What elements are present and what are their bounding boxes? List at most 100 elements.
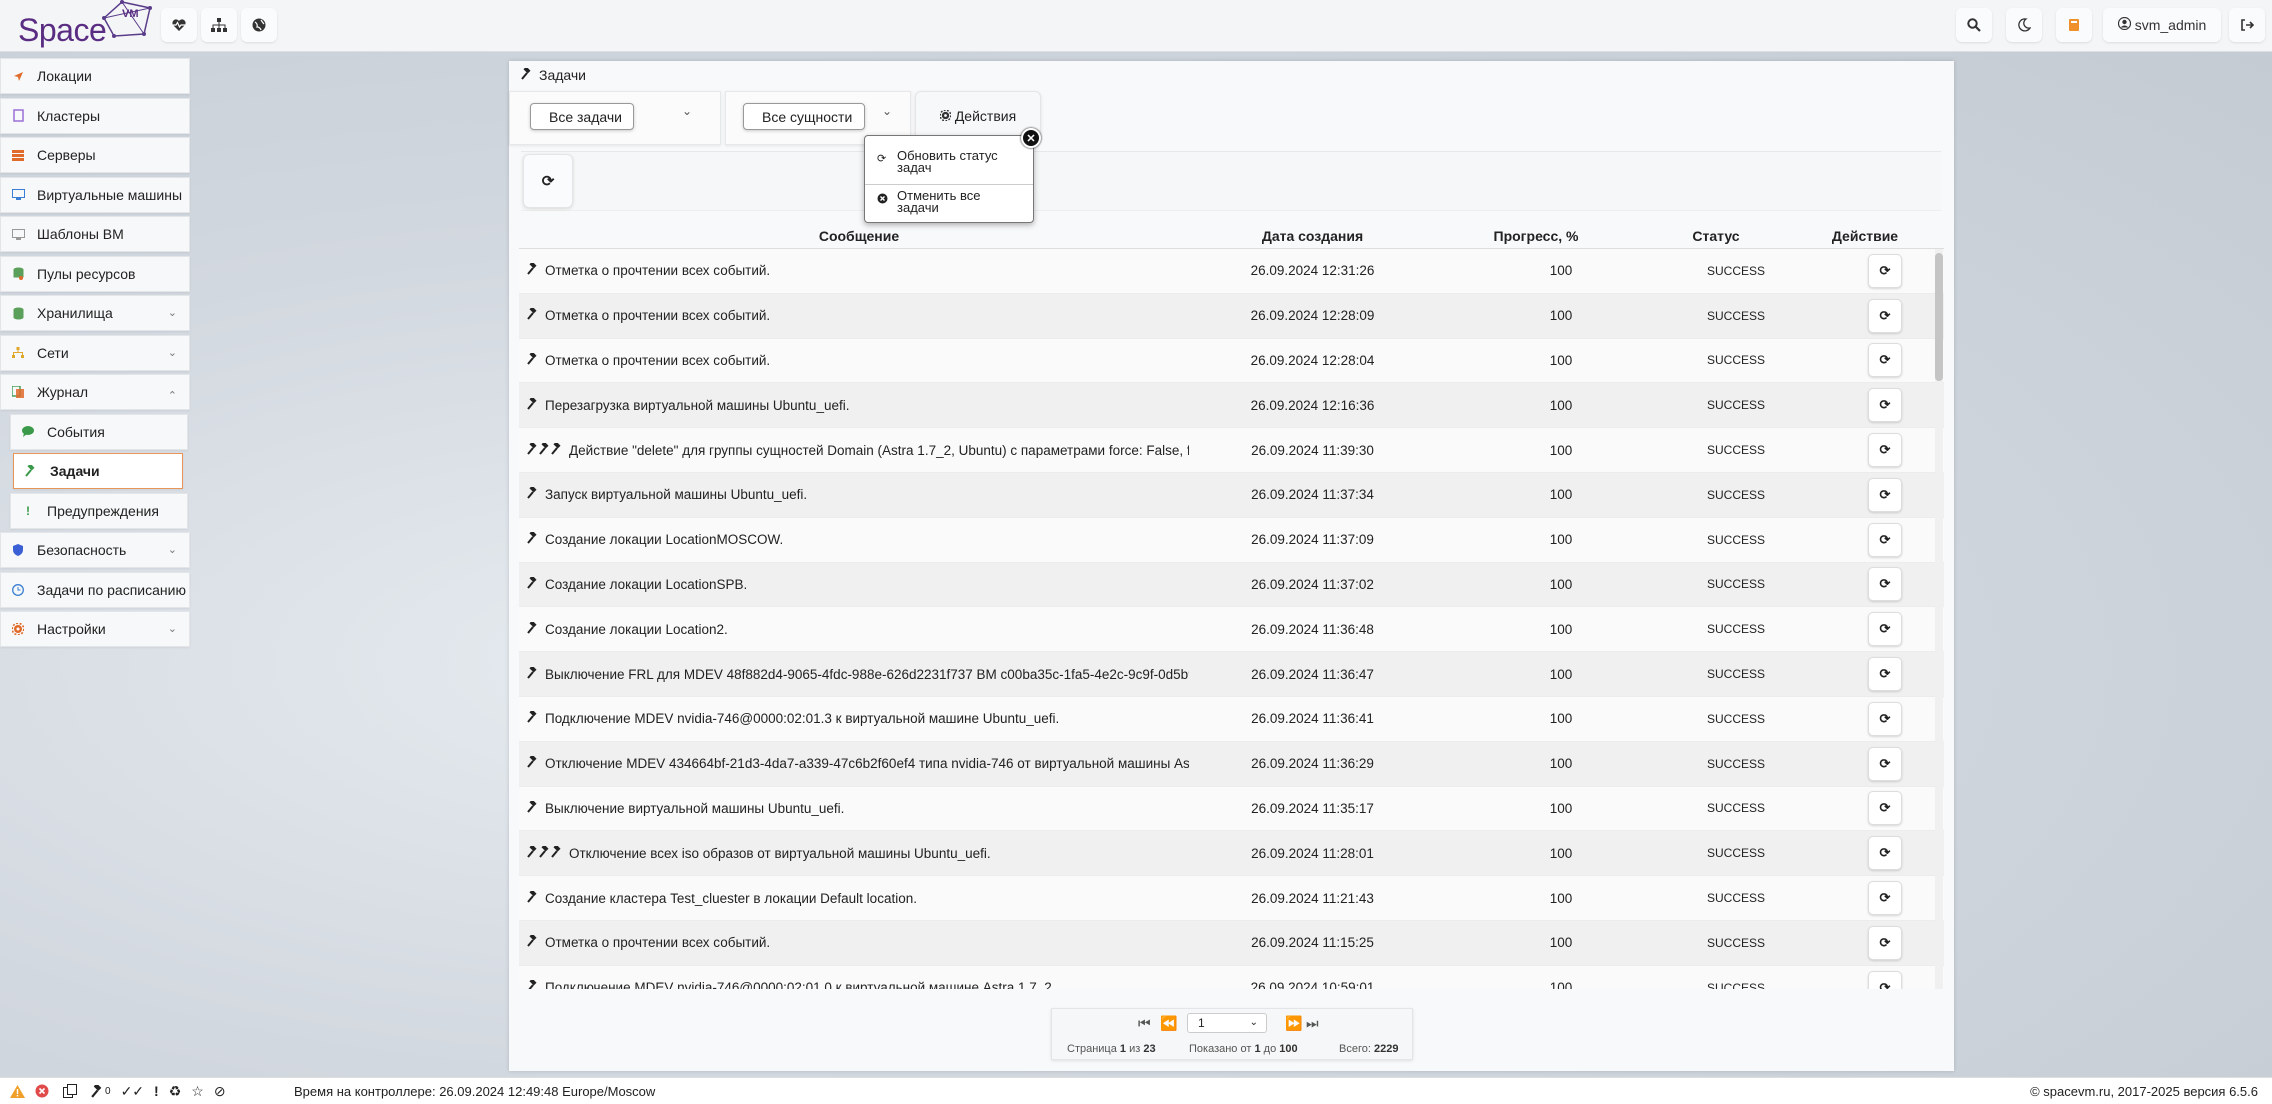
- table-row[interactable]: Отключение MDEV 434664bf-21d3-4da7-a339-…: [519, 741, 1944, 787]
- prev-page-icon[interactable]: ⏪: [1160, 1015, 1177, 1032]
- task-progress: 100: [1549, 576, 1573, 592]
- exclamation-icon[interactable]: !: [154, 1083, 159, 1099]
- restart-task-button[interactable]: ⟳: [1868, 657, 1902, 692]
- tasks-gavel-icon[interactable]: 0: [91, 1084, 111, 1098]
- logo[interactable]: Space VM: [18, 0, 152, 50]
- double-check-icon[interactable]: ✓✓: [121, 1083, 144, 1100]
- sidebar-item-vms[interactable]: Виртуальные машины: [0, 176, 190, 213]
- sidebar-item-clusters[interactable]: Кластеры: [0, 97, 190, 134]
- sidebar-item-warnings[interactable]: ! Предупреждения: [10, 492, 188, 529]
- table-row[interactable]: Выключение FRL для MDEV 48f882d4-9065-4f…: [519, 652, 1944, 697]
- user-menu-button[interactable]: svm_admin: [2103, 8, 2221, 42]
- refresh-icon: ⟳: [1879, 979, 1891, 989]
- cancel-all-tasks-item[interactable]: Отменить все задачи: [865, 184, 1033, 220]
- table-row[interactable]: Отметка о прочтении всех событий. 26.09.2…: [519, 338, 1944, 384]
- refresh-button[interactable]: ⟳: [523, 154, 573, 208]
- restart-task-button[interactable]: ⟳: [1868, 746, 1902, 781]
- chevron-down-icon[interactable]: ⌄: [682, 104, 692, 118]
- table-row[interactable]: Отметка о прочтении всех событий. 26.09.2…: [519, 293, 1944, 339]
- sidebar-item-events[interactable]: События: [10, 413, 188, 450]
- update-tasks-status-item[interactable]: ⟳ Обновить статус задач: [865, 148, 1033, 184]
- scrollbar-thumb[interactable]: [1935, 253, 1943, 381]
- sidebar-item-security[interactable]: Безопасность ⌄: [0, 532, 190, 568]
- restart-task-button[interactable]: ⟳: [1868, 970, 1902, 989]
- warning-icon[interactable]: [10, 1084, 25, 1098]
- book-icon[interactable]: [2056, 8, 2092, 42]
- restart-task-button[interactable]: ⟳: [1868, 477, 1902, 512]
- first-page-icon[interactable]: ⏮: [1138, 1015, 1151, 1032]
- table-row[interactable]: Создание локации LocationMOSCOW. 26.09.20…: [519, 517, 1944, 563]
- table-row[interactable]: Отметка о прочтении всех событий. 26.09.2…: [519, 920, 1944, 966]
- copy-icon[interactable]: [63, 1084, 77, 1098]
- restart-task-button[interactable]: ⟳: [1868, 925, 1902, 960]
- column-header-message[interactable]: Сообщение: [519, 228, 1199, 244]
- sidebar-item-locations[interactable]: Локации: [0, 58, 190, 94]
- close-icon[interactable]: ✕: [1021, 128, 1041, 148]
- restart-task-button[interactable]: ⟳: [1868, 253, 1902, 288]
- task-message-text: Запуск виртуальной машины Ubuntu_uefi.: [545, 487, 808, 503]
- table-row[interactable]: Выключение виртуальной машины Ubuntu_uef…: [519, 786, 1944, 832]
- tasks-table-body: Отметка о прочтении всех событий. 26.09.2…: [519, 249, 1944, 989]
- restart-task-button[interactable]: ⟳: [1868, 836, 1902, 871]
- sidebar-item-vm-templates[interactable]: Шаблоны ВМ: [0, 216, 190, 252]
- table-row[interactable]: Отметка о прочтении всех событий. 26.09.2…: [519, 249, 1944, 294]
- table-row[interactable]: Создание локации Location2. 26.09.2024 11…: [519, 607, 1944, 653]
- scrollbar[interactable]: [1935, 249, 1943, 989]
- last-page-icon[interactable]: ⏭: [1306, 1015, 1319, 1032]
- table-row[interactable]: Создание кластера Test_cluester в локаци…: [519, 876, 1944, 921]
- page-select[interactable]: 1 ⌄: [1187, 1013, 1267, 1033]
- next-page-icon[interactable]: ⏩: [1285, 1015, 1302, 1032]
- column-header-date[interactable]: Дата создания: [1199, 228, 1426, 244]
- sidebar-item-servers[interactable]: Серверы: [0, 137, 190, 173]
- table-row[interactable]: Действие "delete" для группы сущностей D…: [519, 428, 1944, 473]
- sidebar-item-tasks[interactable]: Задачи: [13, 453, 183, 489]
- chevron-down-icon[interactable]: ⌄: [882, 104, 892, 118]
- tasks-filter-select[interactable]: Все задачи: [530, 103, 634, 130]
- moon-icon[interactable]: [2006, 8, 2042, 42]
- restart-task-button[interactable]: ⟳: [1868, 567, 1902, 602]
- sidebar-item-storages[interactable]: Хранилища ⌄: [0, 295, 190, 331]
- restart-task-button[interactable]: ⟳: [1868, 298, 1902, 333]
- recycle-icon[interactable]: ♻: [169, 1083, 182, 1100]
- chevron-down-icon: ⌄: [167, 623, 177, 635]
- status-badge: SUCCESS: [1706, 353, 1765, 368]
- sidebar-item-networks[interactable]: Сети ⌄: [0, 334, 190, 371]
- restart-task-button[interactable]: ⟳: [1868, 433, 1902, 468]
- gavel-icon: [527, 263, 539, 278]
- restart-task-button[interactable]: ⟳: [1868, 522, 1902, 557]
- logout-icon[interactable]: [2229, 8, 2265, 42]
- ban-icon[interactable]: ⊘: [214, 1083, 226, 1100]
- table-row[interactable]: Подключение MDEV nvidia-746@0000:02:01.0…: [519, 965, 1944, 989]
- restart-task-button[interactable]: ⟳: [1868, 388, 1902, 423]
- network-icon: [11, 346, 25, 360]
- search-icon[interactable]: [1956, 8, 1992, 42]
- column-header-progress[interactable]: Прогресс, %: [1426, 228, 1646, 244]
- task-progress: 100: [1549, 397, 1573, 413]
- star-icon[interactable]: ☆: [191, 1083, 204, 1100]
- table-row[interactable]: Перезагрузка виртуальной машины Ubuntu_u…: [519, 383, 1944, 429]
- error-icon[interactable]: [35, 1084, 49, 1098]
- table-row[interactable]: Подключение MDEV nvidia-746@0000:02:01.3…: [519, 696, 1944, 742]
- shown-info: Показано от 1 до 100: [1189, 1043, 1298, 1055]
- restart-task-button[interactable]: ⟳: [1868, 343, 1902, 378]
- restart-task-button[interactable]: ⟳: [1868, 612, 1902, 647]
- table-row[interactable]: Запуск виртуальной машины Ubuntu_uefi. 26…: [519, 472, 1944, 518]
- task-message: Создание кластера Test_cluester в локаци…: [519, 890, 1189, 906]
- restart-task-button[interactable]: ⟳: [1868, 791, 1902, 826]
- sidebar-item-resource-pools[interactable]: Пулы ресурсов: [0, 255, 190, 292]
- entities-filter-select[interactable]: Все сущности: [743, 103, 865, 130]
- table-row[interactable]: Создание локации LocationSPB. 26.09.2024 …: [519, 562, 1944, 608]
- user-icon: [2117, 16, 2131, 33]
- restart-task-button[interactable]: ⟳: [1868, 701, 1902, 736]
- heartbeat-icon[interactable]: [161, 8, 197, 42]
- restart-task-button[interactable]: ⟳: [1868, 881, 1902, 916]
- total-count: 2229: [1373, 1043, 1399, 1055]
- sidebar-item-journal[interactable]: Журнал ⌃: [0, 374, 190, 410]
- table-row[interactable]: Отключение всех iso образов от виртуальн…: [519, 831, 1944, 877]
- globe-icon[interactable]: [241, 8, 277, 42]
- task-progress: 100: [1549, 800, 1573, 816]
- column-header-status[interactable]: Статус: [1646, 228, 1786, 244]
- sidebar-item-settings[interactable]: Настройки ⌄: [0, 611, 190, 647]
- sidebar-item-scheduled-tasks[interactable]: Задачи по расписанию: [0, 571, 190, 608]
- sitemap-icon[interactable]: [201, 8, 237, 42]
